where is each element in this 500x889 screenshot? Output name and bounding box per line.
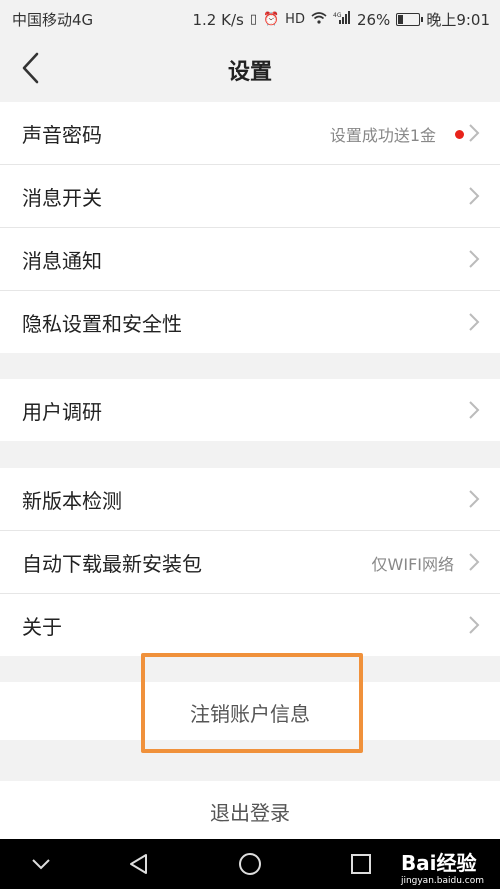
- home-circle-icon[interactable]: [237, 851, 263, 877]
- watermark-site: jingyan.baidu.com: [400, 876, 484, 886]
- network-speed: 1.2 K/s: [192, 10, 244, 29]
- clock: 晚上9:01: [426, 11, 490, 29]
- setting-value: 仅WIFI网络: [371, 555, 454, 574]
- network-type: 4G: [333, 12, 342, 19]
- battery-percent: 26%: [356, 10, 391, 29]
- status-right: 1.2 K/s ▯ ⏰ HD 4G 26% 晚上9:01: [193, 9, 491, 30]
- setting-user-survey[interactable]: 用户调研: [0, 379, 500, 441]
- logout-label: 退出登录: [210, 801, 290, 825]
- back-triangle-icon[interactable]: [126, 851, 152, 877]
- setting-about[interactable]: 关于: [0, 594, 500, 656]
- setting-label: 用户调研: [22, 400, 102, 424]
- battery-icon: [396, 13, 424, 26]
- baidu-jingyan-watermark: Bai经验 jingyan.baidu.com: [401, 847, 484, 886]
- chevron-down-icon[interactable]: [28, 851, 54, 877]
- hd-icon: HD: [285, 12, 305, 27]
- nav-bar: 设置: [0, 36, 500, 102]
- setting-privacy[interactable]: 隐私设置和安全性: [0, 291, 500, 353]
- chevron-right-icon: [469, 490, 480, 508]
- chevron-right-icon: [469, 124, 480, 142]
- recents-square-icon[interactable]: [348, 851, 374, 877]
- setting-label: 新版本检测: [22, 489, 122, 513]
- setting-message-switch[interactable]: 消息开关: [0, 165, 500, 228]
- settings-group-1: 声音密码 设置成功送1金 消息开关 消息通知 隐私设置和安全性: [0, 102, 500, 353]
- signal-icon: 4G: [333, 11, 351, 28]
- carrier-label: 中国移动4G: [12, 11, 94, 29]
- setting-message-notify[interactable]: 消息通知: [0, 228, 500, 291]
- watermark-brand: Bai经验: [400, 851, 477, 875]
- chevron-right-icon: [469, 313, 480, 331]
- vibrate-icon: ▯: [249, 12, 257, 27]
- chevron-right-icon: [469, 616, 480, 634]
- chevron-right-icon: [469, 187, 480, 205]
- settings-group-3: 新版本检测 自动下载最新安装包 仅WIFI网络 关于: [0, 468, 500, 656]
- red-dot-badge: [455, 130, 464, 139]
- chevron-right-icon: [469, 553, 480, 571]
- setting-label: 消息开关: [22, 186, 102, 210]
- setting-auto-download[interactable]: 自动下载最新安装包 仅WIFI网络: [0, 531, 500, 594]
- settings-group-2: 用户调研: [0, 379, 500, 441]
- setting-label: 隐私设置和安全性: [22, 312, 182, 336]
- alarm-icon: ⏰: [262, 12, 280, 27]
- system-nav-bar: Bai经验 jingyan.baidu.com: [0, 839, 500, 889]
- setting-label: 声音密码: [22, 123, 102, 147]
- status-bar: 中国移动4G 1.2 K/s ▯ ⏰ HD 4G 26% 晚上9:01: [0, 0, 500, 36]
- setting-version-check[interactable]: 新版本检测: [0, 468, 500, 531]
- setting-label: 自动下载最新安装包: [22, 552, 202, 576]
- chevron-right-icon: [469, 401, 480, 419]
- setting-label: 消息通知: [22, 249, 102, 273]
- highlight-box: [141, 653, 363, 753]
- setting-label: 关于: [22, 615, 62, 639]
- chevron-right-icon: [469, 250, 480, 268]
- page-title: 设置: [227, 60, 272, 85]
- setting-value: 设置成功送1金: [329, 126, 436, 145]
- wifi-icon: [311, 11, 327, 28]
- setting-voice-password[interactable]: 声音密码 设置成功送1金: [0, 102, 500, 165]
- logout-button[interactable]: 退出登录: [0, 781, 500, 839]
